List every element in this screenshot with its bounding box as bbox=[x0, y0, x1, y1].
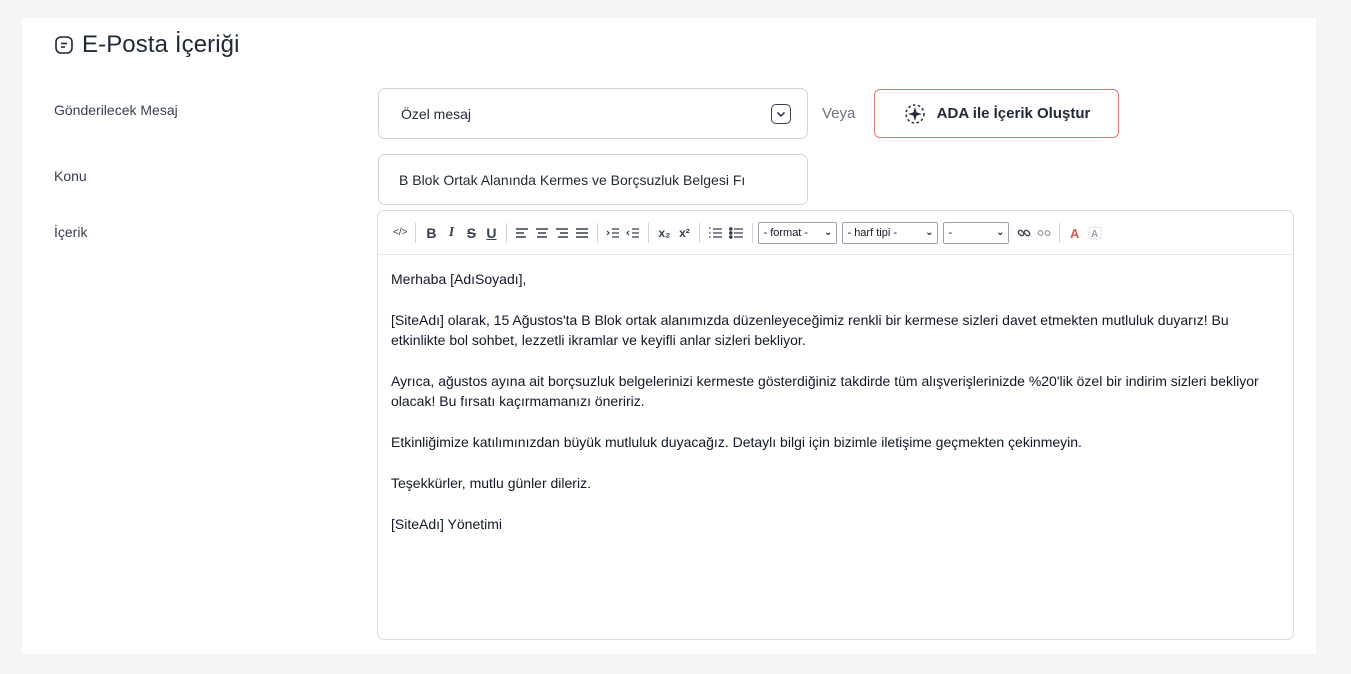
paragraph: Etkinliğimize katılımınızdan büyük mutlu… bbox=[391, 434, 1082, 450]
paragraph: Ayrıca, ağustos ayına ait borçsuzluk bel… bbox=[391, 373, 1259, 409]
align-center-icon[interactable] bbox=[532, 222, 552, 244]
subject-input[interactable]: B Blok Ortak Alanında Kermes ve Borçsuzl… bbox=[378, 154, 808, 205]
toolbar-separator bbox=[1059, 222, 1061, 243]
message-select[interactable]: Özel mesaj bbox=[378, 88, 808, 139]
bold-button[interactable]: B bbox=[421, 222, 441, 244]
content-label: İçerik bbox=[54, 224, 88, 240]
svg-text:A: A bbox=[1070, 226, 1080, 240]
paragraph: Merhaba [AdıSoyadı], bbox=[391, 271, 527, 287]
ordered-list-icon[interactable] bbox=[705, 222, 726, 244]
font-select[interactable]: - harf tipi - ⌄ bbox=[842, 221, 939, 244]
chevron-down-icon bbox=[771, 104, 791, 124]
format-select[interactable]: - format - ⌄ bbox=[758, 221, 838, 244]
source-code-icon[interactable]: </> bbox=[390, 222, 410, 244]
paragraph: [SiteAdı] Yönetimi bbox=[391, 516, 503, 532]
subject-value: B Blok Ortak Alanında Kermes ve Borçsuzl… bbox=[399, 171, 746, 188]
chevron-down-icon: ⌄ bbox=[925, 227, 934, 238]
or-text: Veya bbox=[822, 105, 856, 122]
superscript-button[interactable]: x² bbox=[674, 222, 694, 244]
strikethrough-button[interactable]: S bbox=[461, 222, 481, 244]
sparkle-icon bbox=[904, 103, 925, 124]
toolbar-separator bbox=[415, 222, 417, 243]
align-left-icon[interactable] bbox=[512, 222, 532, 244]
underline-button[interactable]: U bbox=[481, 222, 501, 244]
chevron-down-icon: ⌄ bbox=[996, 227, 1005, 238]
unordered-list-icon[interactable] bbox=[726, 222, 747, 244]
message-select-value: Özel mesaj bbox=[401, 105, 472, 122]
text-color-icon[interactable]: A bbox=[1065, 222, 1085, 244]
message-square-icon bbox=[55, 36, 73, 54]
toolbar-separator bbox=[699, 222, 701, 243]
align-right-icon[interactable] bbox=[552, 222, 572, 244]
section-header: E-Posta İçeriği bbox=[54, 30, 240, 60]
page-title: E-Posta İçeriği bbox=[82, 31, 240, 58]
editor-toolbar: </> B I S U x₂ x² - format - ⌄ - harf ti… bbox=[378, 211, 1293, 255]
editor-content[interactable]: Merhaba [AdıSoyadı], [SiteAdı] olarak, 1… bbox=[378, 255, 1293, 569]
italic-button[interactable]: I bbox=[441, 222, 461, 244]
ada-generate-button[interactable]: ADA ile İçerik Oluştur bbox=[874, 89, 1119, 138]
font-select-value: - harf tipi - bbox=[847, 226, 897, 239]
size-select-value: - bbox=[948, 226, 953, 239]
paragraph: [SiteAdı] olarak, 15 Ağustos'ta B Blok o… bbox=[391, 312, 1229, 348]
format-select-value: - format - bbox=[763, 226, 809, 239]
subject-label: Konu bbox=[54, 168, 87, 184]
align-justify-icon[interactable] bbox=[572, 222, 592, 244]
toolbar-separator bbox=[506, 222, 508, 243]
toolbar-separator bbox=[597, 222, 599, 243]
unlink-icon[interactable] bbox=[1034, 222, 1054, 244]
indent-icon[interactable] bbox=[603, 222, 623, 244]
email-content-card: E-Posta İçeriği Gönderilecek Mesaj Özel … bbox=[22, 18, 1316, 654]
svg-text:A: A bbox=[1091, 229, 1098, 240]
size-select[interactable]: - ⌄ bbox=[943, 221, 1010, 244]
ada-generate-label: ADA ile İçerik Oluştur bbox=[936, 105, 1091, 122]
subscript-button[interactable]: x₂ bbox=[654, 222, 674, 244]
toolbar-separator bbox=[752, 222, 754, 243]
outdent-icon[interactable] bbox=[623, 222, 643, 244]
link-icon[interactable] bbox=[1014, 222, 1034, 244]
message-label: Gönderilecek Mesaj bbox=[54, 102, 178, 118]
background-color-icon[interactable]: A bbox=[1085, 222, 1105, 244]
chevron-down-icon: ⌄ bbox=[824, 227, 833, 238]
paragraph: Teşekkürler, mutlu günler dileriz. bbox=[391, 475, 591, 491]
rich-text-editor[interactable]: </> B I S U x₂ x² - format - ⌄ - harf ti… bbox=[377, 210, 1294, 640]
toolbar-separator bbox=[648, 222, 650, 243]
